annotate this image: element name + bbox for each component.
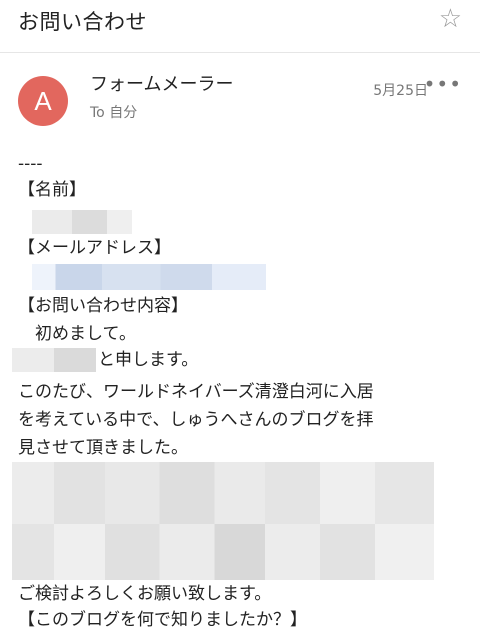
- redacted-email-link[interactable]: [32, 264, 266, 290]
- greeting-text: 初めまして。: [18, 324, 136, 344]
- body-line-1: このたび、ワールドネイバーズ清澄白河に入居: [18, 382, 374, 402]
- more-options-icon[interactable]: •••: [424, 72, 462, 96]
- body-line-2: を考えている中で、しゅうへさんのブログを拝: [18, 410, 374, 430]
- redacted-paragraph-lower: [12, 524, 434, 580]
- star-icon[interactable]: ☆: [439, 4, 462, 34]
- redacted-name: [32, 210, 132, 234]
- body-separator: ----: [18, 154, 43, 174]
- email-heading: 【メールアドレス】: [18, 238, 171, 258]
- message-date: 5月25日: [373, 83, 428, 99]
- body-line-3: 見させて頂きました。: [18, 438, 188, 458]
- sender-avatar[interactable]: A: [18, 76, 68, 126]
- closing-text: ご検討よろしくお願い致します。: [18, 584, 272, 604]
- name-heading: 【名前】: [18, 180, 86, 200]
- email-subject: お問い合わせ: [18, 10, 147, 34]
- sender-name[interactable]: フォームメーラー: [90, 70, 233, 96]
- self-intro-text: と申します。: [98, 350, 199, 370]
- inquiry-heading: 【お問い合わせ内容】: [18, 296, 188, 316]
- redacted-sender-name: [12, 348, 96, 372]
- recipient-label[interactable]: To 自分: [90, 102, 137, 122]
- question-heading: 【このブログを何で知りましたか？】: [18, 610, 307, 630]
- email-header: お問い合わせ ☆: [0, 0, 480, 53]
